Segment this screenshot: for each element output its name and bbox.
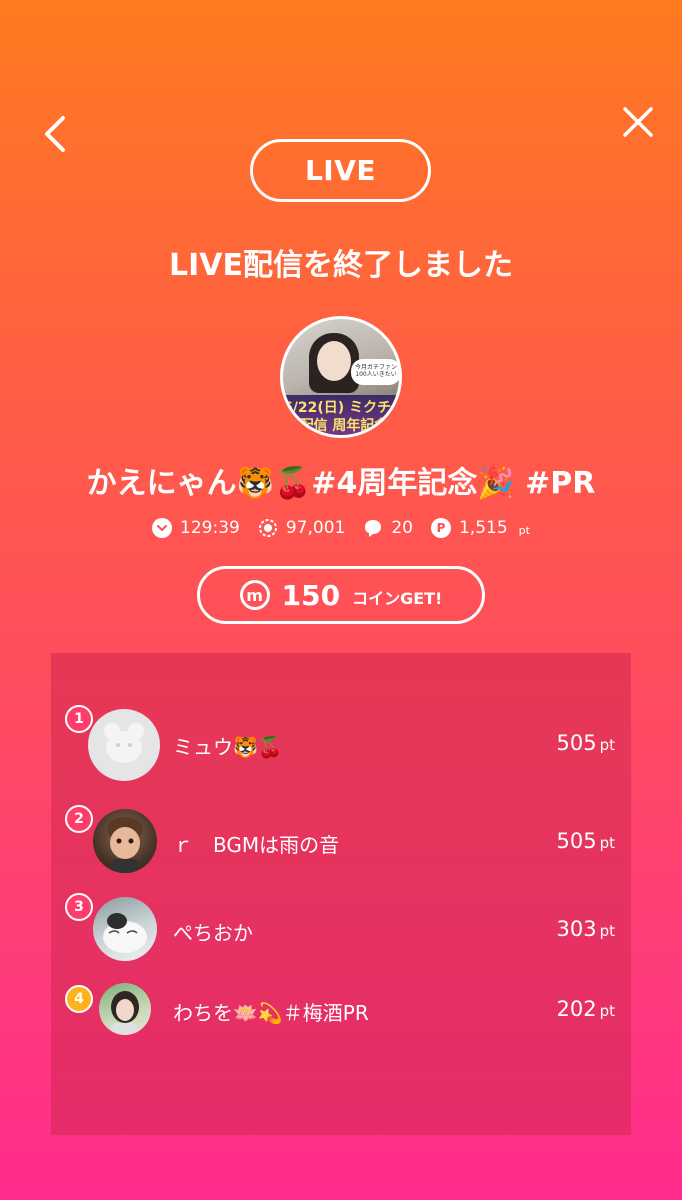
stat-points-value: 1,515 [458, 518, 508, 538]
coin-reward-badge: m 150 コインGET! [197, 566, 485, 624]
default-avatar-icon [104, 723, 144, 763]
stat-duration-value: 129:39 [180, 518, 240, 538]
avatar-face [317, 341, 351, 381]
coin-amount: 150 [281, 578, 341, 612]
stream-ended-title: LIVE配信を終了しました [169, 248, 513, 283]
avatar-bubble-text: 今月ガチファン100人いきたい [351, 359, 399, 385]
avatar [88, 709, 160, 781]
points-value: 303 [556, 917, 597, 941]
ranking-row[interactable]: 1 ミュウ🐯🍒 505 pt [51, 705, 631, 781]
cartoon-boy-icon [107, 817, 143, 873]
chevron-left-icon [45, 116, 65, 152]
host-name: かえにゃん🐯🍒#4周年記念🎉 #PR [86, 466, 596, 501]
host-avatar[interactable]: 今月ガチファン100人いきたい 6/22(日) ミクチャ配信 周年記念 [280, 316, 402, 438]
points-unit: pt [599, 736, 615, 754]
clock-icon [152, 518, 173, 538]
ranking-row[interactable]: 2 ｒ BGMは雨の音 505 pt [51, 805, 631, 879]
live-badge: LIVE [250, 139, 431, 202]
rank-badge: 1 [65, 705, 93, 733]
supporter-points: 303 pt [557, 917, 616, 941]
close-icon [623, 107, 653, 137]
rank-badge: 3 [65, 893, 93, 921]
ranking-row[interactable]: 3 ぺちおか 303 pt [51, 893, 631, 967]
stat-viewers: 97,001 [258, 518, 345, 538]
coin-label: コインGET! [352, 589, 443, 608]
supporter-name: ミュウ🐯🍒 [173, 735, 283, 759]
points-unit: pt [599, 922, 615, 940]
points-unit: pt [599, 1002, 615, 1020]
points-unit: pt [599, 834, 615, 852]
avatar [93, 897, 157, 961]
live-badge-label: LIVE [304, 154, 377, 187]
supporter-name: ぺちおか [173, 921, 253, 945]
supporter-name: ｒ BGMは雨の音 [173, 833, 340, 857]
stat-comments-value: 20 [391, 518, 413, 538]
viewers-icon [258, 518, 278, 538]
ranking-row[interactable]: 4 わちを🪷💫＃梅酒PR 202 pt [51, 983, 631, 1053]
avatar [99, 983, 151, 1035]
supporter-name: わちを🪷💫＃梅酒PR [173, 1001, 369, 1025]
supporter-points: 505 pt [557, 829, 616, 853]
comment-icon [363, 518, 383, 538]
supporter-points: 505 pt [557, 731, 616, 755]
coin-icon: m [239, 580, 270, 610]
stat-points-unit: pt [518, 523, 530, 537]
portrait-photo-icon [111, 991, 139, 1035]
supporter-ranking: 1 ミュウ🐯🍒 505 pt 2 ｒ BGMは雨の音 505 pt 3 ぺちおか… [51, 653, 631, 1135]
supporter-points: 202 pt [557, 997, 616, 1021]
avatar-banner-text: 6/22(日) ミクチャ配信 周年記念 [283, 395, 399, 435]
points-value: 202 [556, 997, 597, 1021]
stat-comments: 20 [363, 518, 413, 538]
avatar [93, 809, 157, 873]
points-value: 505 [556, 829, 597, 853]
stat-viewers-value: 97,001 [285, 518, 346, 538]
rank-badge: 2 [65, 805, 93, 833]
stat-duration: 129:39 [152, 518, 240, 538]
points-value: 505 [556, 731, 597, 755]
stat-points: P 1,515 pt [430, 518, 530, 538]
close-button[interactable] [618, 100, 658, 144]
cat-photo-icon [103, 913, 147, 953]
stream-stats: 129:39 97,001 20 P 1,515 pt [0, 518, 682, 538]
points-icon: P [430, 518, 451, 538]
rank-badge: 4 [65, 985, 93, 1013]
back-button[interactable] [34, 110, 74, 158]
